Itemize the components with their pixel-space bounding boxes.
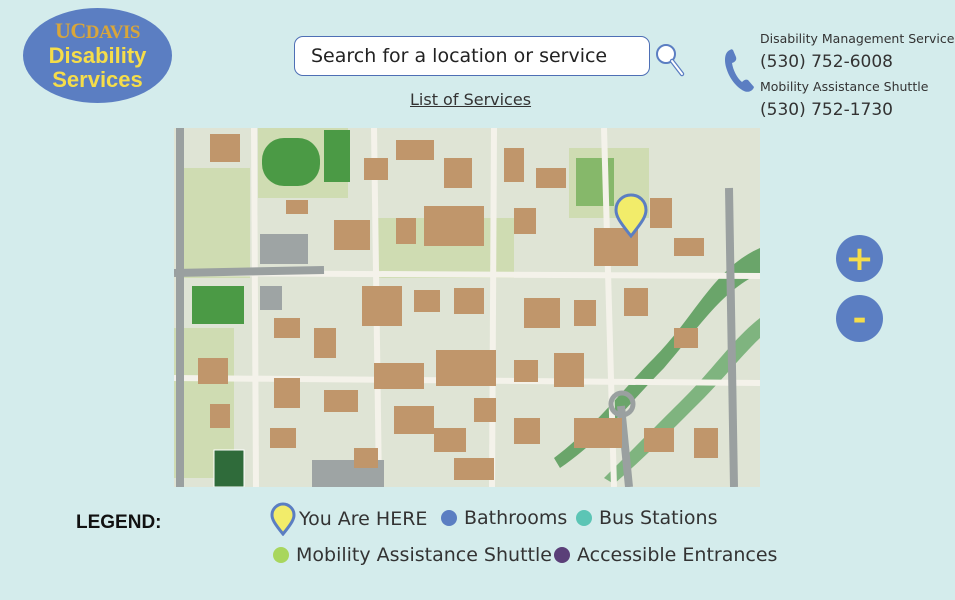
legend-mobility-shuttle: Mobility Assistance Shuttle [273, 544, 552, 566]
zoom-out-button[interactable]: - [836, 295, 883, 342]
phone-icon [725, 49, 754, 92]
bus-station-dot-icon [576, 510, 592, 526]
logo-title-line2: Services [52, 66, 143, 92]
legend-title: LEGEND: [76, 512, 162, 533]
contact-dms-label: Disability Management Services [760, 31, 955, 46]
legend-label: Accessible Entrances [577, 544, 778, 566]
legend-label: You Are HERE [299, 508, 428, 530]
search-input[interactable]: Search for a location or service [294, 36, 650, 76]
zoom-in-button[interactable]: + [836, 235, 883, 282]
legend-label: Mobility Assistance Shuttle [296, 544, 552, 566]
legend-you-are-here: You Are HERE [269, 502, 427, 536]
contact-shuttle-label: Mobility Assistance Shuttle [760, 79, 929, 94]
entrance-dot-icon [554, 547, 570, 563]
logo-title-line1: Disability [48, 42, 147, 68]
legend-bathrooms: Bathrooms [441, 507, 567, 529]
bathroom-dot-icon [441, 510, 457, 526]
contact-dms-phone[interactable]: (530) 752-6008 [760, 52, 893, 72]
contact-shuttle-phone[interactable]: (530) 752-1730 [760, 100, 893, 120]
search-placeholder: Search for a location or service [311, 45, 608, 67]
logo-brand: UCDAVIS [55, 17, 140, 43]
legend-accessible-entrances: Accessible Entrances [554, 544, 777, 566]
list-of-services-link[interactable]: List of Services [410, 90, 531, 109]
map-canvas [174, 128, 760, 487]
shuttle-dot-icon [273, 547, 289, 563]
campus-map[interactable] [174, 128, 760, 487]
ucdavis-disability-logo[interactable]: UCDAVIS Disability Services [23, 8, 172, 103]
legend-label: Bus Stations [599, 507, 718, 529]
location-pin-icon [270, 502, 296, 536]
legend-bus-stations: Bus Stations [576, 507, 717, 529]
legend-label: Bathrooms [464, 507, 568, 529]
search-icon[interactable] [654, 42, 686, 78]
